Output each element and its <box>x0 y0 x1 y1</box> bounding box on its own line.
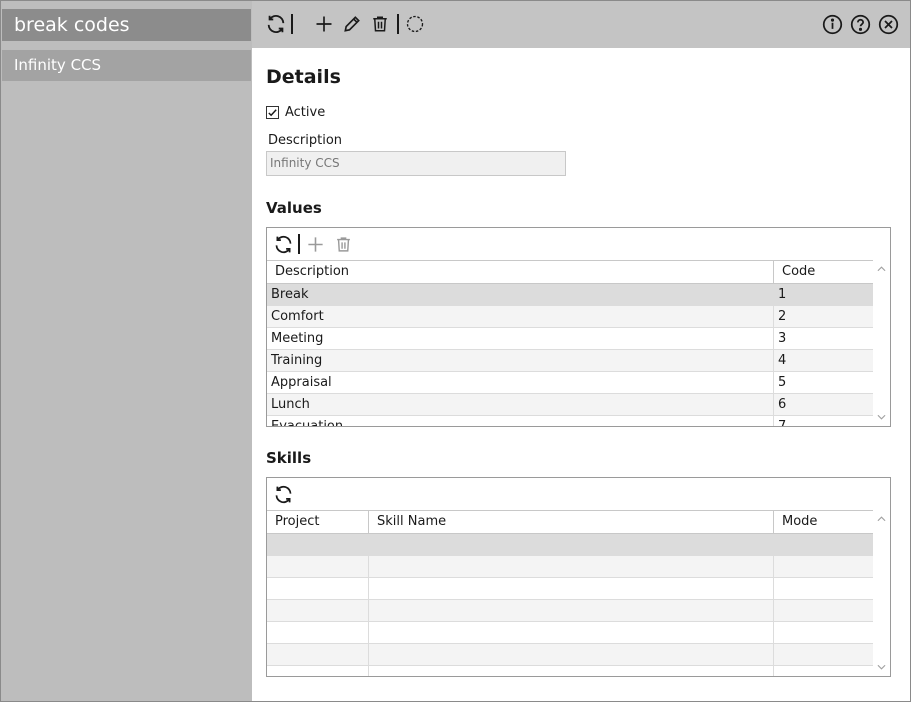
table-row[interactable] <box>267 600 873 622</box>
cell-mode <box>773 578 873 599</box>
add-icon[interactable] <box>303 232 327 256</box>
info-icon[interactable] <box>820 12 844 36</box>
cell-mode <box>773 622 873 643</box>
column-header-description[interactable]: Description <box>267 261 773 283</box>
app-window: break codes Infinity CCS Details Active … <box>0 0 911 702</box>
table-row[interactable] <box>267 666 873 676</box>
table-row[interactable] <box>267 644 873 666</box>
cell-skill-name <box>368 622 773 643</box>
table-row[interactable]: Comfort 2 <box>267 306 873 328</box>
values-toolbar <box>271 232 355 256</box>
toolbar-separator <box>298 234 300 254</box>
scroll-up-icon[interactable] <box>874 262 888 276</box>
toolbar-separator <box>291 14 293 34</box>
cell-project <box>267 578 368 599</box>
table-row[interactable] <box>267 556 873 578</box>
sidebar-item-infinity-ccs[interactable]: Infinity CCS <box>2 50 251 81</box>
cell-mode <box>773 600 873 621</box>
active-label: Active <box>285 104 326 120</box>
add-icon[interactable] <box>312 12 336 36</box>
skills-table: Project Skill Name Mode <box>267 510 873 676</box>
main-toolbar <box>252 1 910 48</box>
values-table: Description Code Break 1 Comfort 2 Meeti… <box>267 260 873 426</box>
cell-code: 4 <box>773 350 873 371</box>
cell-code: 1 <box>773 284 873 305</box>
cell-skill-name <box>368 644 773 665</box>
cell-skill-name <box>368 578 773 599</box>
table-row[interactable]: Lunch 6 <box>267 394 873 416</box>
table-row[interactable]: Appraisal 5 <box>267 372 873 394</box>
skills-heading: Skills <box>266 449 312 467</box>
delete-icon[interactable] <box>368 12 392 36</box>
cell-code: 6 <box>773 394 873 415</box>
scroll-up-icon[interactable] <box>874 512 888 526</box>
edit-icon[interactable] <box>340 12 364 36</box>
active-checkbox-row[interactable]: Active <box>266 104 325 120</box>
scroll-down-icon[interactable] <box>874 410 888 424</box>
description-label: Description <box>268 133 343 148</box>
cell-code: 7 <box>773 416 873 426</box>
cell-description: Break <box>271 287 309 302</box>
table-row[interactable] <box>267 622 873 644</box>
values-heading: Values <box>266 199 322 217</box>
cell-description: Training <box>271 353 323 368</box>
toolbar-separator <box>397 14 399 34</box>
close-icon[interactable] <box>876 12 900 36</box>
cell-project <box>267 556 368 577</box>
refresh-icon[interactable] <box>264 12 288 36</box>
refresh-icon[interactable] <box>271 232 295 256</box>
details-pane: Details Active Description Infinity CCS … <box>252 48 910 701</box>
values-table-header: Description Code <box>267 260 873 284</box>
cell-project <box>267 534 368 555</box>
cell-description: Evacuation <box>267 416 773 426</box>
delete-icon[interactable] <box>331 232 355 256</box>
cell-mode <box>773 666 873 676</box>
cell-skill-name <box>368 556 773 577</box>
table-row[interactable]: Training 4 <box>267 350 873 372</box>
sidebar: break codes Infinity CCS <box>1 1 252 701</box>
table-row[interactable]: Break 1 <box>267 284 873 306</box>
cell-mode <box>773 556 873 577</box>
cell-code: 5 <box>773 372 873 393</box>
cell-skill-name <box>368 600 773 621</box>
table-row[interactable]: Evacuation 7 <box>267 416 873 426</box>
details-heading: Details <box>266 66 341 88</box>
column-header-project[interactable]: Project <box>267 511 368 533</box>
active-checkbox[interactable] <box>266 105 279 119</box>
cell-description: Appraisal <box>271 375 332 390</box>
cell-mode <box>773 644 873 665</box>
description-field[interactable]: Infinity CCS <box>266 151 566 176</box>
skills-table-header: Project Skill Name Mode <box>267 510 873 534</box>
cell-project <box>267 622 368 643</box>
scroll-down-icon[interactable] <box>874 660 888 674</box>
sidebar-title: break codes <box>2 9 251 41</box>
loading-circle-icon[interactable] <box>403 12 427 36</box>
values-panel: Description Code Break 1 Comfort 2 Meeti… <box>266 227 891 427</box>
skills-scrollbar[interactable] <box>874 510 888 676</box>
cell-description: Lunch <box>271 397 310 412</box>
skills-panel: Project Skill Name Mode <box>266 477 891 677</box>
table-row[interactable] <box>267 534 873 556</box>
cell-code: 3 <box>773 328 873 349</box>
column-header-skill-name[interactable]: Skill Name <box>368 511 773 533</box>
skills-toolbar <box>271 482 295 506</box>
table-row[interactable]: Meeting 3 <box>267 328 873 350</box>
help-icon[interactable] <box>848 12 872 36</box>
cell-skill-name <box>368 666 773 676</box>
column-header-code[interactable]: Code <box>773 261 873 283</box>
cell-code: 2 <box>773 306 873 327</box>
refresh-icon[interactable] <box>271 482 295 506</box>
cell-project <box>267 644 368 665</box>
column-header-mode[interactable]: Mode <box>773 511 873 533</box>
table-row[interactable] <box>267 578 873 600</box>
cell-description: Comfort <box>271 309 324 324</box>
values-scrollbar[interactable] <box>874 260 888 426</box>
cell-description: Meeting <box>271 331 324 346</box>
cell-project <box>267 600 368 621</box>
cell-skill-name <box>368 534 773 555</box>
cell-mode <box>773 534 873 555</box>
cell-project <box>267 666 368 676</box>
